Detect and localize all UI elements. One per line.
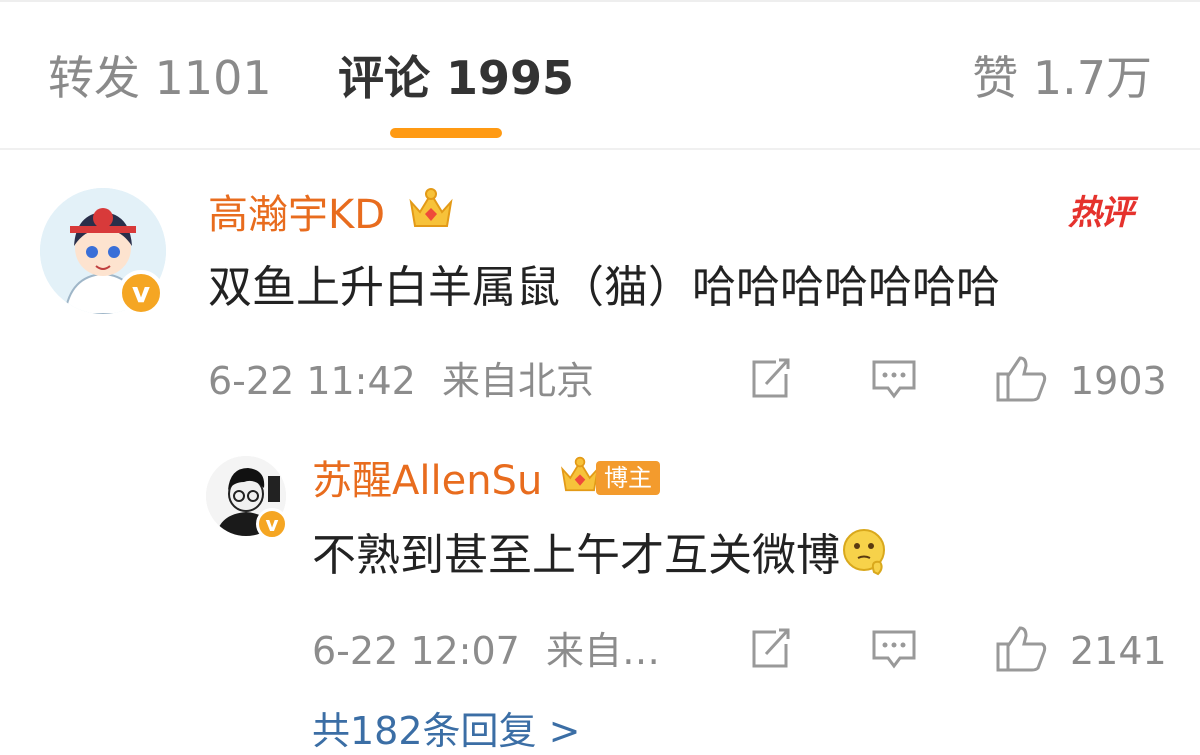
like-icon[interactable] <box>994 354 1048 402</box>
comment-icon[interactable] <box>870 626 918 672</box>
verified-badge: v <box>118 270 164 316</box>
reply-text-content: 不熟到甚至上午才互关微博 <box>312 530 840 581</box>
reply-verified-badge: v <box>256 508 288 540</box>
reply-time: 6-22 12:07 <box>312 629 520 673</box>
reply-location: 来自… <box>545 629 660 673</box>
reply-like-count: 2141 <box>1070 629 1167 673</box>
reply-text: 不熟到甚至上午才互关微博 <box>312 528 888 584</box>
crown-icon <box>409 188 453 227</box>
hot-comment-badge: 热评 <box>1068 193 1134 233</box>
reply-meta: 6-22 12:07 来自… <box>312 628 660 674</box>
comment-username[interactable]: 高瀚宇KD <box>208 190 385 240</box>
repost-icon[interactable] <box>746 356 794 402</box>
comment-location: 来自北京 <box>441 359 594 403</box>
tab-comment[interactable]: 评论 1995 <box>338 48 574 108</box>
repost-icon[interactable] <box>746 626 794 672</box>
blogger-tag: 博主 <box>596 461 660 495</box>
emoji-icon <box>843 529 885 576</box>
comment-text: 双鱼上升白羊属鼠（猫）哈哈哈哈哈哈哈 <box>208 262 1000 313</box>
comment-meta: 6-22 11:42 来自北京 <box>208 358 594 404</box>
active-tab-indicator <box>390 128 502 138</box>
tab-bar: 转发 1101 评论 1995 赞 1.7万 <box>0 0 1200 150</box>
like-count: 1903 <box>1070 359 1167 403</box>
reply-username[interactable]: 苏醒AllenSu <box>312 456 542 506</box>
comment-icon[interactable] <box>870 356 918 402</box>
tab-like[interactable]: 赞 1.7万 <box>972 48 1152 108</box>
like-icon[interactable] <box>994 624 1048 672</box>
comment-time: 6-22 11:42 <box>208 359 416 403</box>
tab-repost[interactable]: 转发 1101 <box>48 48 272 108</box>
